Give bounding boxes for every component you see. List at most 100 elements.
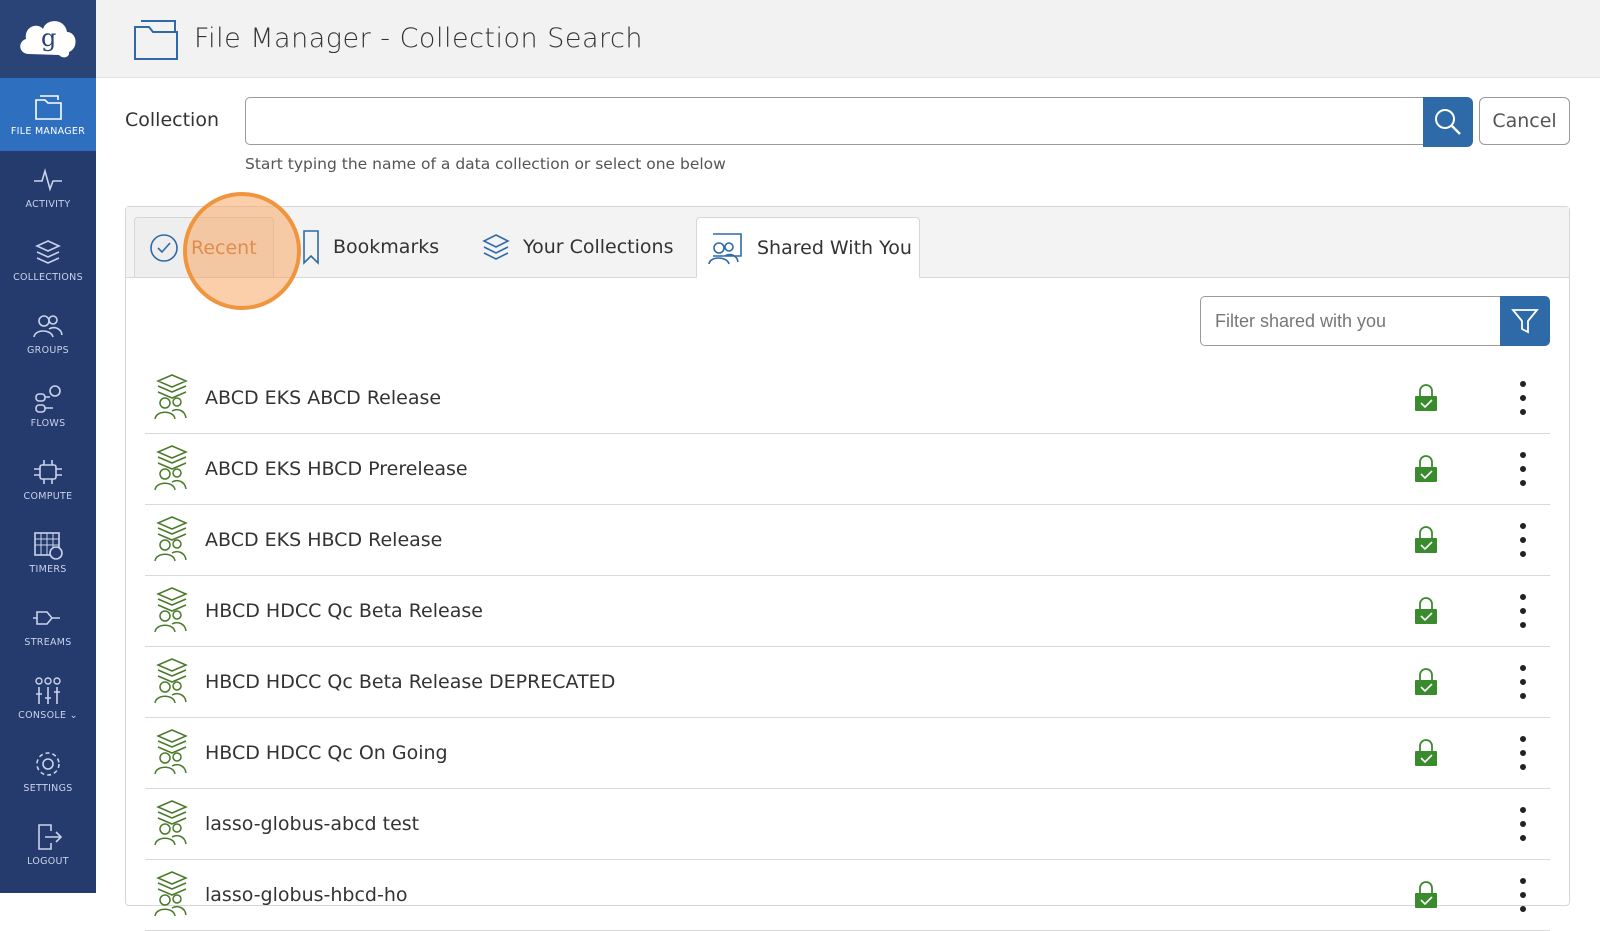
shared-collection-icon bbox=[154, 729, 188, 775]
lock-icon bbox=[1415, 668, 1437, 695]
more-options-button[interactable] bbox=[1513, 452, 1533, 486]
nav-flows[interactable]: FLOWS bbox=[0, 370, 96, 443]
collection-row[interactable]: HBCD HDCC Qc Beta Release DEPRECATED bbox=[145, 647, 1550, 718]
collection-row[interactable]: lasso-globus-abcd test bbox=[145, 789, 1550, 860]
more-options-button[interactable] bbox=[1513, 381, 1533, 415]
nav-timers[interactable]: TIMERS bbox=[0, 516, 96, 589]
more-options-button[interactable] bbox=[1513, 807, 1533, 841]
nav-settings[interactable]: SETTINGS bbox=[0, 735, 96, 808]
page-header: File Manager - Collection Search bbox=[96, 0, 1600, 78]
lock-icon bbox=[1415, 526, 1437, 553]
tab-recent-label: Recent bbox=[191, 236, 257, 259]
settings-icon bbox=[36, 752, 60, 776]
dot-icon bbox=[1520, 878, 1526, 884]
collection-name[interactable]: ABCD EKS ABCD Release bbox=[205, 387, 441, 409]
collection-row[interactable]: ABCD EKS ABCD Release bbox=[145, 363, 1550, 434]
tab-bar: Recent Bookmarks Your Collections Shared… bbox=[126, 207, 1569, 278]
collection-label: Collection bbox=[125, 109, 219, 131]
file-manager-icon bbox=[35, 95, 62, 120]
nav-label: SETTINGS bbox=[23, 783, 73, 794]
nav-console[interactable]: CONSOLE ⌄ bbox=[0, 662, 96, 735]
nav-label: ACTIVITY bbox=[25, 199, 71, 210]
dot-icon bbox=[1520, 835, 1526, 841]
collection-name[interactable]: lasso-globus-abcd test bbox=[205, 813, 419, 835]
streams-icon bbox=[33, 611, 60, 625]
nav-label: FILE MANAGER bbox=[10, 126, 86, 137]
search-icon bbox=[1435, 109, 1461, 135]
dot-icon bbox=[1520, 551, 1526, 557]
collection-search-input[interactable] bbox=[245, 97, 1425, 145]
more-options-button[interactable] bbox=[1513, 594, 1533, 628]
flows-icon bbox=[35, 385, 61, 413]
filter-button[interactable] bbox=[1500, 296, 1550, 346]
cancel-button[interactable]: Cancel bbox=[1479, 97, 1570, 145]
tab-your-collections[interactable]: Your Collections bbox=[481, 217, 673, 277]
nav-streams[interactable]: STREAMS bbox=[0, 589, 96, 662]
collection-name[interactable]: ABCD EKS HBCD Prerelease bbox=[205, 458, 468, 480]
nav-activity[interactable]: ACTIVITY bbox=[0, 151, 96, 224]
dot-icon bbox=[1520, 480, 1526, 486]
file-manager-header-icon bbox=[134, 19, 178, 60]
collections-icon bbox=[35, 240, 61, 264]
collection-row[interactable]: lasso-globus-hbcd-ho bbox=[145, 860, 1550, 931]
clock-check-icon bbox=[150, 233, 178, 262]
dot-icon bbox=[1520, 693, 1526, 699]
shared-collection-icon bbox=[154, 374, 188, 420]
more-options-button[interactable] bbox=[1513, 878, 1533, 912]
dot-icon bbox=[1520, 906, 1526, 912]
filter-input[interactable] bbox=[1200, 296, 1502, 346]
nav-label: FLOWS bbox=[30, 418, 66, 429]
collection-name[interactable]: HBCD HDCC Qc Beta Release DEPRECATED bbox=[205, 671, 615, 693]
activity-icon bbox=[34, 168, 62, 192]
dot-icon bbox=[1520, 381, 1526, 387]
nav-file-manager[interactable]: FILE MANAGER bbox=[0, 78, 96, 151]
lock-icon bbox=[1415, 455, 1437, 482]
nav-compute[interactable]: COMPUTE bbox=[0, 443, 96, 516]
shared-collection-icon bbox=[154, 587, 188, 633]
dot-icon bbox=[1520, 665, 1526, 671]
lock-icon bbox=[1415, 597, 1437, 624]
tab-shared-with-you[interactable]: Shared With You bbox=[696, 217, 920, 278]
shared-collection-icon bbox=[154, 800, 188, 846]
collection-name[interactable]: lasso-globus-hbcd-ho bbox=[205, 884, 408, 906]
nav-logout[interactable]: LOGOUT bbox=[0, 808, 96, 881]
nav-groups[interactable]: GROUPS bbox=[0, 297, 96, 370]
nav-collections[interactable]: COLLECTIONS bbox=[0, 224, 96, 297]
globus-logo[interactable]: g bbox=[0, 0, 96, 78]
collection-row[interactable]: ABCD EKS HBCD Release bbox=[145, 505, 1550, 576]
more-options-button[interactable] bbox=[1513, 736, 1533, 770]
tab-recent[interactable]: Recent bbox=[134, 217, 274, 277]
collection-name[interactable]: ABCD EKS HBCD Release bbox=[205, 529, 442, 551]
dot-icon bbox=[1520, 807, 1526, 813]
dot-icon bbox=[1520, 452, 1526, 458]
more-options-button[interactable] bbox=[1513, 523, 1533, 557]
nav-label: CONSOLE ⌄ bbox=[18, 710, 78, 721]
dot-icon bbox=[1520, 608, 1526, 614]
tab-shared-with-you-label: Shared With You bbox=[757, 236, 912, 259]
shared-collection-icon bbox=[154, 516, 188, 562]
nav-label: COMPUTE bbox=[23, 491, 73, 502]
more-options-button[interactable] bbox=[1513, 665, 1533, 699]
tab-bookmarks[interactable]: Bookmarks bbox=[301, 217, 439, 277]
collection-name[interactable]: HBCD HDCC Qc On Going bbox=[205, 742, 448, 764]
nav-label: GROUPS bbox=[27, 345, 69, 356]
svg-text:g: g bbox=[41, 24, 56, 52]
collection-name[interactable]: HBCD HDCC Qc Beta Release bbox=[205, 600, 483, 622]
dot-icon bbox=[1520, 523, 1526, 529]
collection-row[interactable]: HBCD HDCC Qc Beta Release bbox=[145, 576, 1550, 647]
globus-logo-icon: g bbox=[20, 21, 76, 58]
collection-row[interactable]: ABCD EKS HBCD Prerelease bbox=[145, 434, 1550, 505]
dot-icon bbox=[1520, 395, 1526, 401]
tab-your-collections-label: Your Collections bbox=[523, 236, 674, 258]
lock-icon bbox=[1415, 384, 1437, 411]
nav-label: STREAMS bbox=[24, 637, 72, 648]
chevron-down-icon: ⌄ bbox=[69, 710, 78, 721]
collection-row[interactable]: HBCD HDCC Qc On Going bbox=[145, 718, 1550, 789]
dot-icon bbox=[1520, 409, 1526, 415]
console-label: CONSOLE bbox=[18, 710, 67, 721]
dot-icon bbox=[1520, 622, 1526, 628]
dot-icon bbox=[1520, 764, 1526, 770]
shared-collections-list: ABCD EKS ABCD Release ABCD EKS HBCD Prer… bbox=[145, 363, 1550, 931]
tab-bookmarks-label: Bookmarks bbox=[333, 236, 440, 258]
search-button[interactable] bbox=[1423, 97, 1473, 147]
